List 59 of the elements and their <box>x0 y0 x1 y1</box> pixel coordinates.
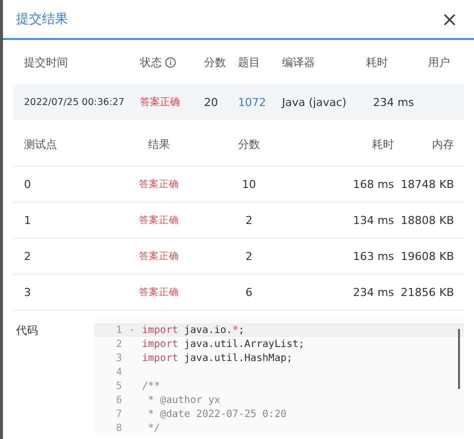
line-number: 1 <box>114 324 122 336</box>
code-line: * @date 2022-07-25 0:20 <box>147 408 286 420</box>
code-line: import java.util.HashMap; <box>142 352 293 364</box>
table-cell-text: Java (javac) <box>282 96 348 108</box>
dialog-title: 提交结果 <box>16 11 68 28</box>
line-number: 3 <box>114 352 122 364</box>
column-header: 内存 <box>431 136 454 152</box>
column-header: 耗时 <box>371 136 394 152</box>
column-header: 测试点 <box>24 136 58 152</box>
table-cell-text: 168 ms <box>352 178 394 191</box>
scrollbar[interactable] <box>458 329 460 389</box>
info-icon[interactable] <box>165 56 176 68</box>
column-header: 提交时间 <box>24 54 69 70</box>
table-cell-text: 1 <box>24 214 32 227</box>
column-header: 用户 <box>427 54 451 70</box>
line-number: 6 <box>114 394 122 406</box>
table-cell-text: 18748 KB <box>400 178 454 191</box>
line-number: 8 <box>114 422 122 434</box>
table-cell-text: 19608 KB <box>400 250 454 263</box>
line-number: 5 <box>114 380 122 392</box>
table-cell-text: 6 <box>244 286 254 299</box>
table-cell-text: 234 ms <box>352 286 394 299</box>
close-button[interactable]: × <box>437 9 462 29</box>
code-line: import java.util.ArrayList; <box>142 338 305 350</box>
result-text: 答案正确 <box>138 250 180 263</box>
table-cell-text: 0 <box>24 178 32 191</box>
line-number: 4 <box>114 366 122 378</box>
code-label: 代码 <box>15 323 39 339</box>
code-line: * @author yx <box>147 394 220 406</box>
column-header: 编译器 <box>282 54 316 70</box>
table-cell-text: 3 <box>24 286 32 299</box>
line-number: 7 <box>114 408 122 420</box>
line-number: 2 <box>114 338 122 350</box>
table-cell-text: 234 ms <box>372 96 415 108</box>
table-cell-text: 10 <box>241 178 257 191</box>
code-line: /** <box>142 380 160 392</box>
result-text: 答案正确 <box>138 214 180 227</box>
table-cell-text: 163 ms <box>352 250 394 263</box>
table-cell-text: 2 <box>24 250 32 263</box>
table-cell-text: 18808 KB <box>400 214 454 227</box>
table-cell-text: 2 <box>244 214 254 227</box>
column-header: 状态 <box>140 54 162 70</box>
column-header: 分数 <box>203 54 227 70</box>
column-header: 题目 <box>238 54 261 70</box>
column-header: 结果 <box>147 136 171 152</box>
table-cell-text: 2 <box>244 250 254 263</box>
column-header: 分数 <box>237 136 261 152</box>
column-header: 耗时 <box>366 54 389 70</box>
result-text: 答案正确 <box>138 286 180 299</box>
problem-link[interactable]: 1072 <box>238 96 282 108</box>
status-text: 答案正确 <box>140 96 181 109</box>
code-editor[interactable]: 1 import java.io.*; 2 import java.util.ArrayList; 3 import java.util.HashMap; 4 5 /** 6 * @author yx 7 * @date 2022-07-25 0:20 8 */ <box>94 319 464 435</box>
code-line: */ <box>147 422 160 434</box>
table-cell-text: 2022/07/25 00:36:27 <box>24 96 126 108</box>
result-text: 答案正确 <box>138 178 180 191</box>
table-cell-text: 21856 KB <box>400 286 454 299</box>
table-cell-text: 20 <box>203 96 219 108</box>
code-line: import java.io.*; <box>142 324 244 336</box>
table-cell-text: 134 ms <box>352 214 394 227</box>
